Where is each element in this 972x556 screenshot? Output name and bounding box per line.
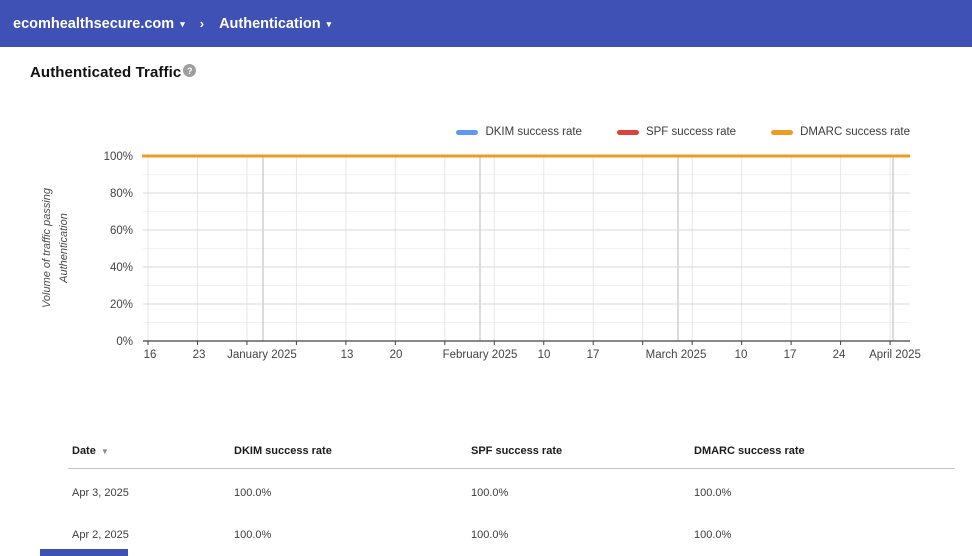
legend-label: DMARC success rate — [800, 126, 910, 138]
chart-legend: DKIM success rate SPF success rate DMARC… — [456, 126, 910, 138]
column-header-dkim: DKIM success rate — [234, 445, 332, 457]
partial-element-bottom — [40, 549, 128, 556]
section-selector-label: Authentication — [219, 15, 321, 32]
x-axis-label: 16 — [144, 349, 157, 361]
y-axis-tick-label: 0% — [116, 336, 133, 348]
legend-item-dkim[interactable]: DKIM success rate — [456, 126, 582, 138]
x-axis-label: 20 — [390, 349, 403, 361]
cell-date: Apr 2, 2025 — [72, 529, 129, 541]
cell-dmarc: 100.0% — [694, 529, 732, 541]
y-axis-tick-label: 20% — [110, 299, 133, 311]
chart-canvas: 100% 80% 60% 40% 20% 0% 16 23 January 2025 13 20 Fe… — [104, 151, 921, 361]
x-axis-label: 24 — [833, 349, 846, 361]
x-axis-label: March 2025 — [646, 349, 707, 361]
x-axis-label: 13 — [341, 349, 354, 361]
cell-dkim: 100.0% — [234, 487, 272, 499]
x-axis-label: January 2025 — [227, 349, 297, 361]
sort-descending-icon: ▼ — [100, 447, 109, 456]
x-axis-label: 23 — [193, 349, 206, 361]
legend-label: DKIM success rate — [485, 126, 582, 138]
spf-line-swatch-icon — [616, 129, 639, 135]
dmarc-line-swatch-icon — [771, 129, 794, 135]
x-axis-label: 17 — [587, 349, 600, 361]
page-title-row: Authenticated Traffic ? — [30, 64, 197, 81]
domain-selector[interactable]: ecomhealthsecure.com ▾ — [13, 16, 185, 32]
y-axis-tick-label: 60% — [110, 225, 133, 237]
legend-label: SPF success rate — [645, 126, 737, 138]
breadcrumb-separator-icon: › — [199, 16, 205, 31]
page-title: Authenticated Traffic — [30, 64, 182, 81]
top-navigation-bar: ecomhealthsecure.com ▾ › Authentication … — [0, 0, 972, 47]
cell-date: Apr 3, 2025 — [72, 487, 129, 499]
cell-dkim: 100.0% — [234, 529, 272, 541]
domain-selector-label: ecomhealthsecure.com — [13, 15, 175, 32]
x-axis-label: 17 — [784, 349, 797, 361]
x-axis-label: 10 — [735, 349, 748, 361]
chevron-down-icon: ▾ — [180, 19, 185, 29]
column-header-dmarc: DMARC success rate — [694, 445, 805, 457]
help-icon[interactable]: ? — [183, 64, 197, 77]
column-header-date[interactable]: Date ▼ — [72, 445, 109, 457]
column-header-label: Date — [72, 445, 96, 457]
x-axis-label: February 2025 — [443, 349, 518, 361]
y-axis-tick-label: 40% — [110, 262, 133, 274]
x-axis-label: April 2025 — [869, 349, 921, 361]
chevron-down-icon: ▾ — [326, 19, 332, 29]
column-header-spf: SPF success rate — [471, 445, 563, 457]
cell-spf: 100.0% — [471, 529, 509, 541]
dkim-line-swatch-icon — [456, 129, 479, 135]
section-selector[interactable]: Authentication ▾ — [219, 16, 331, 32]
legend-item-spf[interactable]: SPF success rate — [616, 126, 737, 138]
x-axis-label: 10 — [538, 349, 551, 361]
legend-item-dmarc[interactable]: DMARC success rate — [771, 126, 910, 138]
authenticated-traffic-chart: 100% 80% 60% 40% 20% 0% 16 23 January 2025 13 20 Fe… — [0, 145, 972, 375]
cell-dmarc: 100.0% — [694, 487, 732, 499]
table-header-divider — [68, 468, 955, 469]
y-axis-tick-label: 100% — [104, 151, 133, 163]
cell-spf: 100.0% — [471, 487, 509, 499]
y-axis-tick-label: 80% — [110, 188, 133, 200]
